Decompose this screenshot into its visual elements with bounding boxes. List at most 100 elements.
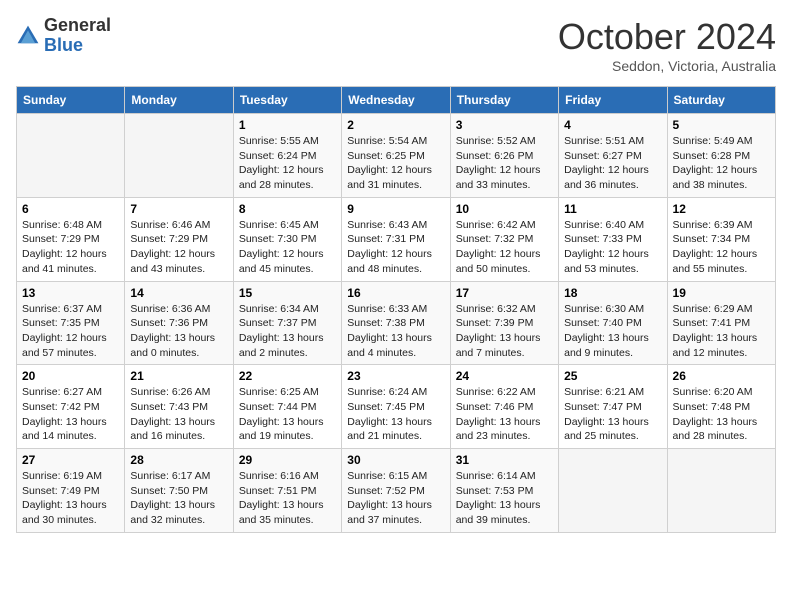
day-number: 14	[130, 286, 227, 300]
day-number: 3	[456, 118, 553, 132]
col-header-monday: Monday	[125, 87, 233, 114]
logo-blue: Blue	[44, 36, 111, 56]
day-number: 24	[456, 369, 553, 383]
day-info: Sunrise: 6:46 AM Sunset: 7:29 PM Dayligh…	[130, 218, 227, 277]
day-number: 28	[130, 453, 227, 467]
day-number: 9	[347, 202, 444, 216]
col-header-thursday: Thursday	[450, 87, 558, 114]
day-number: 8	[239, 202, 336, 216]
calendar-week-row: 1 Sunrise: 5:55 AM Sunset: 6:24 PM Daylig…	[17, 114, 776, 198]
day-info: Sunrise: 6:22 AM Sunset: 7:46 PM Dayligh…	[456, 385, 553, 444]
calendar-cell: 19 Sunrise: 6:29 AM Sunset: 7:41 PM Dayli…	[667, 281, 775, 365]
day-info: Sunrise: 5:49 AM Sunset: 6:28 PM Dayligh…	[673, 134, 770, 193]
day-number: 22	[239, 369, 336, 383]
day-info: Sunrise: 6:21 AM Sunset: 7:47 PM Dayligh…	[564, 385, 661, 444]
calendar-cell: 14 Sunrise: 6:36 AM Sunset: 7:36 PM Dayli…	[125, 281, 233, 365]
day-number: 5	[673, 118, 770, 132]
day-number: 21	[130, 369, 227, 383]
calendar-cell	[125, 114, 233, 198]
calendar-cell: 24 Sunrise: 6:22 AM Sunset: 7:46 PM Dayli…	[450, 365, 558, 449]
day-info: Sunrise: 6:27 AM Sunset: 7:42 PM Dayligh…	[22, 385, 119, 444]
day-info: Sunrise: 6:42 AM Sunset: 7:32 PM Dayligh…	[456, 218, 553, 277]
month-title: October 2024	[558, 16, 776, 58]
day-info: Sunrise: 5:55 AM Sunset: 6:24 PM Dayligh…	[239, 134, 336, 193]
calendar-cell: 7 Sunrise: 6:46 AM Sunset: 7:29 PM Daylig…	[125, 197, 233, 281]
col-header-tuesday: Tuesday	[233, 87, 341, 114]
calendar-cell	[559, 449, 667, 533]
logo: General Blue	[16, 16, 111, 56]
day-number: 2	[347, 118, 444, 132]
day-info: Sunrise: 6:26 AM Sunset: 7:43 PM Dayligh…	[130, 385, 227, 444]
calendar-cell: 27 Sunrise: 6:19 AM Sunset: 7:49 PM Dayli…	[17, 449, 125, 533]
calendar-cell: 25 Sunrise: 6:21 AM Sunset: 7:47 PM Dayli…	[559, 365, 667, 449]
day-number: 20	[22, 369, 119, 383]
day-info: Sunrise: 5:52 AM Sunset: 6:26 PM Dayligh…	[456, 134, 553, 193]
day-info: Sunrise: 6:30 AM Sunset: 7:40 PM Dayligh…	[564, 302, 661, 361]
day-number: 30	[347, 453, 444, 467]
day-info: Sunrise: 6:20 AM Sunset: 7:48 PM Dayligh…	[673, 385, 770, 444]
day-info: Sunrise: 6:15 AM Sunset: 7:52 PM Dayligh…	[347, 469, 444, 528]
col-header-saturday: Saturday	[667, 87, 775, 114]
day-number: 19	[673, 286, 770, 300]
calendar-cell: 1 Sunrise: 5:55 AM Sunset: 6:24 PM Daylig…	[233, 114, 341, 198]
day-number: 18	[564, 286, 661, 300]
day-number: 7	[130, 202, 227, 216]
calendar-table: SundayMondayTuesdayWednesdayThursdayFrid…	[16, 86, 776, 533]
day-number: 29	[239, 453, 336, 467]
col-header-friday: Friday	[559, 87, 667, 114]
day-number: 10	[456, 202, 553, 216]
calendar-week-row: 27 Sunrise: 6:19 AM Sunset: 7:49 PM Dayli…	[17, 449, 776, 533]
calendar-cell: 16 Sunrise: 6:33 AM Sunset: 7:38 PM Dayli…	[342, 281, 450, 365]
day-info: Sunrise: 6:43 AM Sunset: 7:31 PM Dayligh…	[347, 218, 444, 277]
calendar-cell: 30 Sunrise: 6:15 AM Sunset: 7:52 PM Dayli…	[342, 449, 450, 533]
calendar-cell: 22 Sunrise: 6:25 AM Sunset: 7:44 PM Dayli…	[233, 365, 341, 449]
day-info: Sunrise: 6:19 AM Sunset: 7:49 PM Dayligh…	[22, 469, 119, 528]
logo-text: General Blue	[44, 16, 111, 56]
day-info: Sunrise: 6:25 AM Sunset: 7:44 PM Dayligh…	[239, 385, 336, 444]
calendar-cell: 2 Sunrise: 5:54 AM Sunset: 6:25 PM Daylig…	[342, 114, 450, 198]
day-number: 26	[673, 369, 770, 383]
location-subtitle: Seddon, Victoria, Australia	[558, 58, 776, 74]
day-info: Sunrise: 5:54 AM Sunset: 6:25 PM Dayligh…	[347, 134, 444, 193]
day-info: Sunrise: 6:17 AM Sunset: 7:50 PM Dayligh…	[130, 469, 227, 528]
calendar-cell: 11Sunrise: 6:40 AM Sunset: 7:33 PM Dayli…	[559, 197, 667, 281]
calendar-cell: 28 Sunrise: 6:17 AM Sunset: 7:50 PM Dayli…	[125, 449, 233, 533]
calendar-cell: 23 Sunrise: 6:24 AM Sunset: 7:45 PM Dayli…	[342, 365, 450, 449]
day-info: Sunrise: 6:24 AM Sunset: 7:45 PM Dayligh…	[347, 385, 444, 444]
day-info: Sunrise: 6:39 AM Sunset: 7:34 PM Dayligh…	[673, 218, 770, 277]
day-number: 27	[22, 453, 119, 467]
day-number: 16	[347, 286, 444, 300]
calendar-cell	[667, 449, 775, 533]
calendar-cell: 15Sunrise: 6:34 AM Sunset: 7:37 PM Dayli…	[233, 281, 341, 365]
day-info: Sunrise: 6:36 AM Sunset: 7:36 PM Dayligh…	[130, 302, 227, 361]
logo-icon	[16, 24, 40, 48]
day-number: 1	[239, 118, 336, 132]
calendar-week-row: 13Sunrise: 6:37 AM Sunset: 7:35 PM Dayli…	[17, 281, 776, 365]
calendar-week-row: 6Sunrise: 6:48 AM Sunset: 7:29 PM Daylig…	[17, 197, 776, 281]
calendar-cell: 9 Sunrise: 6:43 AM Sunset: 7:31 PM Daylig…	[342, 197, 450, 281]
day-info: Sunrise: 6:16 AM Sunset: 7:51 PM Dayligh…	[239, 469, 336, 528]
day-number: 11	[564, 202, 661, 216]
day-info: Sunrise: 6:34 AM Sunset: 7:37 PM Dayligh…	[239, 302, 336, 361]
day-number: 31	[456, 453, 553, 467]
day-info: Sunrise: 6:37 AM Sunset: 7:35 PM Dayligh…	[22, 302, 119, 361]
calendar-cell: 10 Sunrise: 6:42 AM Sunset: 7:32 PM Dayli…	[450, 197, 558, 281]
day-info: Sunrise: 5:51 AM Sunset: 6:27 PM Dayligh…	[564, 134, 661, 193]
calendar-cell: 5 Sunrise: 5:49 AM Sunset: 6:28 PM Daylig…	[667, 114, 775, 198]
day-number: 25	[564, 369, 661, 383]
calendar-cell: 29 Sunrise: 6:16 AM Sunset: 7:51 PM Dayli…	[233, 449, 341, 533]
calendar-cell	[17, 114, 125, 198]
day-number: 6	[22, 202, 119, 216]
calendar-week-row: 20 Sunrise: 6:27 AM Sunset: 7:42 PM Dayli…	[17, 365, 776, 449]
page-header: General Blue October 2024 Seddon, Victor…	[16, 16, 776, 74]
calendar-cell: 18 Sunrise: 6:30 AM Sunset: 7:40 PM Dayli…	[559, 281, 667, 365]
calendar-cell: 20 Sunrise: 6:27 AM Sunset: 7:42 PM Dayli…	[17, 365, 125, 449]
day-info: Sunrise: 6:29 AM Sunset: 7:41 PM Dayligh…	[673, 302, 770, 361]
day-number: 23	[347, 369, 444, 383]
col-header-wednesday: Wednesday	[342, 87, 450, 114]
day-info: Sunrise: 6:33 AM Sunset: 7:38 PM Dayligh…	[347, 302, 444, 361]
calendar-cell: 12Sunrise: 6:39 AM Sunset: 7:34 PM Dayli…	[667, 197, 775, 281]
calendar-cell: 6Sunrise: 6:48 AM Sunset: 7:29 PM Daylig…	[17, 197, 125, 281]
calendar-cell: 8Sunrise: 6:45 AM Sunset: 7:30 PM Daylig…	[233, 197, 341, 281]
day-number: 4	[564, 118, 661, 132]
